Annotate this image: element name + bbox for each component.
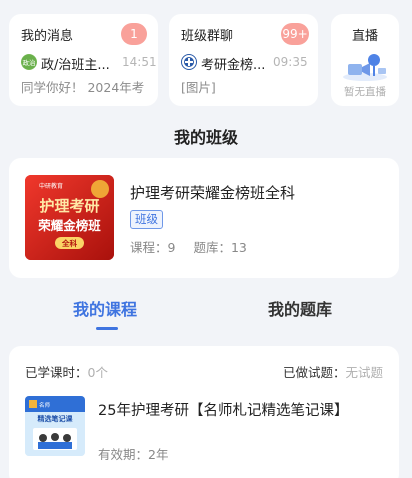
tab-my-courses[interactable]: 我的课程	[73, 296, 137, 320]
my-messages-card[interactable]: 我的消息 1 政治 政/治班主... 14:51 同学你好！ 2024年考	[9, 14, 158, 106]
course-cover-line2: 精选笔记课	[38, 414, 74, 423]
class-group-chat-card[interactable]: 班级群聊 99+ 考研金榜... 09:35 [图片]	[169, 14, 318, 106]
group-avatar-icon	[181, 54, 197, 70]
course-name: 25年护理考研【名师札记精选笔记课】	[98, 403, 349, 419]
my-class-title: 我的班级	[173, 128, 238, 147]
class-stats: 课程：9 题库：13	[130, 237, 247, 256]
cover-line1: 护理考研	[39, 197, 99, 215]
course-cover-image: 名师 精选笔记课	[25, 396, 85, 456]
group-unread-badge: 99+	[281, 23, 309, 45]
group-name: 考研金榜...	[201, 58, 266, 73]
message-sender: 政/治班主...	[41, 58, 110, 73]
cover-line3: 全科	[61, 238, 77, 248]
my-messages-title: 我的消息	[21, 29, 74, 44]
class-name: 护理考研荣耀金榜班全科	[130, 184, 296, 202]
course-count: 9	[167, 240, 176, 255]
cover-line2: 荣耀金榜班	[37, 218, 101, 233]
group-preview: [图片]	[181, 80, 216, 95]
live-broadcast-icon	[340, 50, 390, 82]
done-value: 无试题	[345, 365, 383, 380]
live-card[interactable]: 直播 暂无直播	[331, 14, 399, 106]
studied-value: 0个	[87, 365, 108, 380]
bank-count: 13	[230, 240, 247, 255]
group-chat-title: 班级群聊	[181, 29, 234, 44]
unread-badge: 1	[121, 23, 147, 45]
course-validity: 有效期：2年	[98, 444, 168, 463]
active-tab-indicator	[96, 327, 118, 330]
cover-brand: 中研教育	[39, 182, 63, 190]
course-card[interactable]: 已学课时：0个 已做试题：无试题 名师 精选笔记课 25年护理考研【名师札记精选…	[9, 346, 399, 478]
done-questions: 已做试题：无试题	[283, 362, 383, 381]
sender-avatar-icon: 政治	[21, 54, 37, 70]
tab-my-question-bank[interactable]: 我的题库	[268, 296, 332, 320]
class-card[interactable]: 中研教育 护理考研 荣耀金榜班 全科 护理考研荣耀金榜班全科 班级 课程：9 题…	[9, 158, 399, 278]
live-title: 直播	[351, 29, 378, 44]
validity-label: 有效期：	[98, 447, 149, 462]
validity-value: 2年	[148, 447, 169, 462]
done-label: 已做试题：	[282, 365, 346, 380]
bank-count-label: 题库：	[193, 240, 231, 255]
studied-hours: 已学课时：0个	[25, 362, 108, 381]
message-preview: 同学你好！ 2024年考	[21, 80, 145, 95]
course-count-label: 课程：	[130, 240, 168, 255]
class-tag-badge: 班级	[130, 210, 163, 229]
course-cover-line1: 名师	[39, 401, 51, 409]
group-time: 09:35	[273, 55, 308, 69]
avatar-text: 政治	[23, 58, 37, 67]
message-time: 14:51	[122, 55, 157, 69]
live-status: 暂无直播	[344, 86, 386, 98]
class-cover-image: 中研教育 护理考研 荣耀金榜班 全科	[25, 175, 114, 260]
studied-label: 已学课时：	[25, 365, 88, 380]
